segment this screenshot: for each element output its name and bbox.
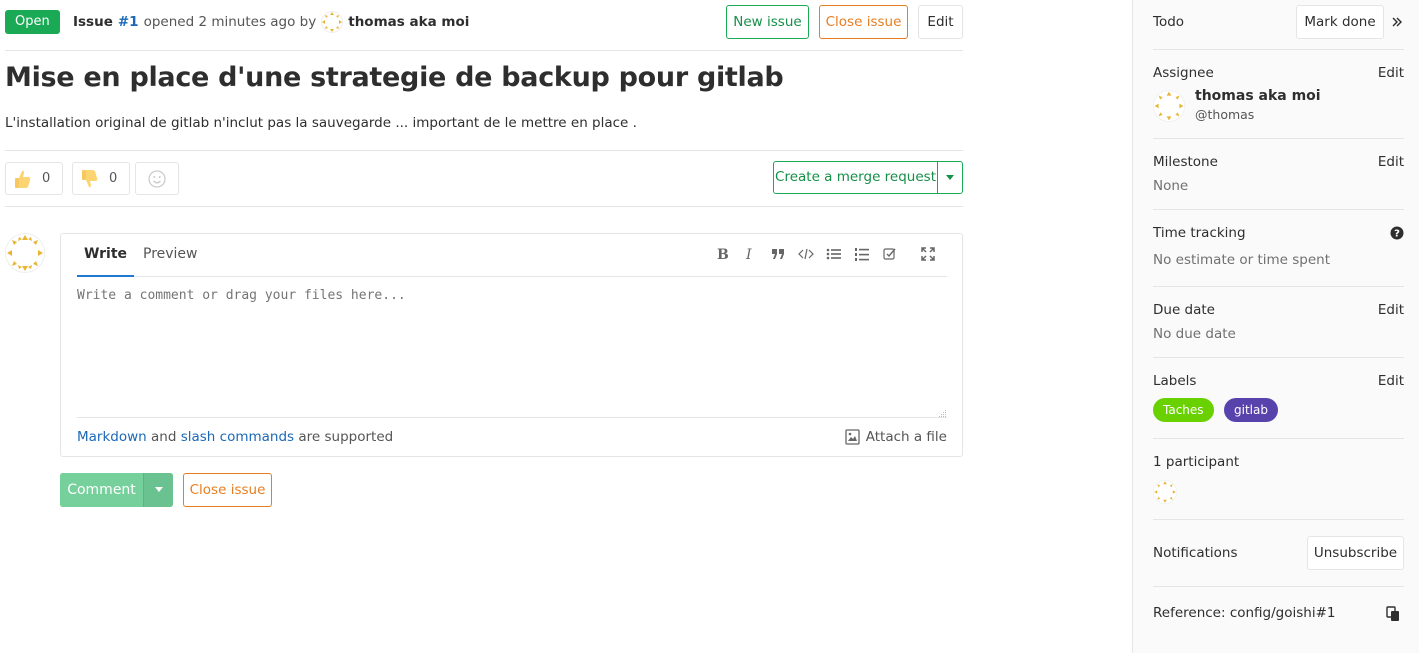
svg-text:B: B [717, 247, 728, 261]
milestone-edit-link[interactable]: Edit [1378, 154, 1404, 170]
close-issue-bottom-button[interactable]: Close issue [183, 473, 272, 507]
label-gitlab[interactable]: gitlab [1224, 398, 1278, 422]
edit-issue-button[interactable]: Edit [918, 5, 963, 39]
labels-title: Labels [1153, 373, 1197, 389]
current-user-avatar[interactable] [5, 233, 45, 273]
comment-input[interactable] [77, 288, 947, 416]
comment-dropdown-toggle[interactable] [143, 473, 173, 507]
bullet-list-icon[interactable] [825, 244, 843, 264]
issue-header: Open Issue #1 opened 2 minutes ago by th… [5, 5, 963, 39]
comment-form-footer: Markdown and slash commands are supporte… [77, 410, 947, 457]
author-avatar[interactable] [321, 11, 344, 33]
supported-text: are supported [298, 429, 394, 445]
assignee-username: @thomas [1195, 107, 1255, 122]
resize-grip-icon[interactable] [937, 409, 947, 418]
italic-icon[interactable]: I [741, 244, 759, 264]
new-issue-button[interactable]: New issue [726, 5, 809, 39]
issue-main: Open Issue #1 opened 2 minutes ago by th… [5, 0, 963, 653]
labels-list: Taches gitlab [1153, 398, 1284, 422]
divider [5, 206, 963, 207]
todo-block: Todo Mark done [1153, 0, 1404, 50]
bold-icon[interactable]: B [713, 244, 731, 264]
caret-down-icon [154, 487, 163, 492]
slash-commands-link[interactable]: slash commands [181, 429, 294, 445]
mark-done-button[interactable]: Mark done [1296, 5, 1384, 39]
numbered-list-icon[interactable] [853, 244, 871, 264]
notifications-title: Notifications [1153, 545, 1238, 561]
participants-block: 1 participant [1153, 439, 1404, 520]
participant-avatar[interactable] [1153, 480, 1177, 504]
svg-text:I: I [745, 247, 752, 261]
create-merge-request-button[interactable]: Create a merge request [773, 161, 963, 194]
caret-down-icon [946, 174, 954, 180]
thumbs-up-award[interactable]: 0 [5, 162, 63, 195]
opened-text: opened 2 minutes ago by [143, 14, 317, 30]
time-tracking-title: Time tracking [1153, 225, 1246, 241]
task-list-icon[interactable] [881, 244, 899, 264]
time-tracking-block: Time tracking ? No estimate or time spen… [1153, 210, 1404, 287]
markdown-link[interactable]: Markdown [77, 429, 147, 445]
comment-button-label[interactable]: Comment [60, 473, 143, 507]
add-emoji-button[interactable] [135, 162, 179, 195]
copy-icon[interactable] [1386, 606, 1400, 622]
milestone-title: Milestone [1153, 154, 1218, 170]
time-tracking-value: No estimate or time spent [1153, 252, 1330, 268]
image-icon [845, 429, 860, 445]
markdown-toolbar: B I [713, 244, 937, 264]
participants-title: 1 participant [1153, 454, 1240, 470]
assignee-block: Assignee Edit thomas aka moi @thomas [1153, 50, 1404, 139]
assignee-avatar[interactable] [1153, 90, 1185, 122]
attach-file-label: Attach a file [865, 429, 947, 445]
unsubscribe-button[interactable]: Unsubscribe [1307, 536, 1404, 570]
comment-tabs: Write Preview B I [77, 234, 947, 277]
create-merge-request-label[interactable]: Create a merge request [774, 162, 938, 193]
notifications-block: Notifications Unsubscribe [1153, 520, 1404, 587]
issue-title: Mise en place d'une strategie de backup … [5, 62, 784, 93]
labels-edit-link[interactable]: Edit [1378, 373, 1404, 389]
smiley-icon [148, 169, 166, 188]
issue-description: L'installation original de gitlab n'incl… [5, 115, 637, 131]
divider [5, 150, 963, 151]
status-badge: Open [5, 10, 60, 34]
comment-button[interactable]: Comment [60, 473, 173, 507]
tab-write[interactable]: Write [77, 234, 134, 277]
labels-block: Labels Edit Taches gitlab [1153, 358, 1404, 439]
assignee-title: Assignee [1153, 65, 1214, 81]
thumbs-down-count: 0 [109, 171, 118, 186]
milestone-block: Milestone Edit None [1153, 139, 1404, 210]
label-taches[interactable]: Taches [1153, 398, 1214, 422]
collapse-sidebar-icon[interactable] [1390, 14, 1404, 30]
todo-title: Todo [1153, 14, 1185, 30]
assignee-edit-link[interactable]: Edit [1378, 65, 1404, 81]
due-date-edit-link[interactable]: Edit [1378, 302, 1404, 318]
due-date-block: Due date Edit No due date [1153, 287, 1404, 358]
reference-block: Reference: config/goishi#1 [1153, 587, 1404, 647]
close-issue-button[interactable]: Close issue [819, 5, 908, 39]
reference-text: Reference: config/goishi#1 [1153, 605, 1336, 621]
divider [5, 50, 963, 51]
help-icon[interactable]: ? [1390, 226, 1404, 240]
due-date-title: Due date [1153, 302, 1215, 318]
thumbs-down-icon [82, 169, 98, 187]
issue-word: Issue [73, 14, 113, 30]
milestone-value: None [1153, 178, 1189, 194]
code-icon[interactable] [797, 244, 815, 264]
comment-form: Write Preview B I Markdown and slash com… [60, 233, 963, 457]
author-name[interactable]: thomas aka moi [348, 5, 469, 39]
thumbs-up-count: 0 [42, 171, 51, 186]
quote-icon[interactable] [769, 244, 787, 264]
issue-sidebar: Todo Mark done Assignee Edit thomas aka … [1132, 0, 1419, 653]
tab-preview[interactable]: Preview [143, 234, 198, 277]
due-date-value: No due date [1153, 326, 1236, 342]
assignee-name[interactable]: thomas aka moi [1195, 88, 1321, 104]
issue-number-link[interactable]: #1 [118, 5, 139, 39]
thumbs-down-award[interactable]: 0 [72, 162, 130, 195]
merge-request-dropdown-toggle[interactable] [938, 162, 962, 193]
thumbs-up-icon [15, 170, 31, 188]
attach-file-button[interactable]: Attach a file [845, 418, 947, 456]
issue-meta: Issue #1 opened 2 minutes ago by thomas … [73, 5, 469, 39]
and-text: and [151, 429, 177, 445]
svg-text:?: ? [1394, 229, 1400, 240]
fullscreen-icon[interactable] [919, 244, 937, 264]
